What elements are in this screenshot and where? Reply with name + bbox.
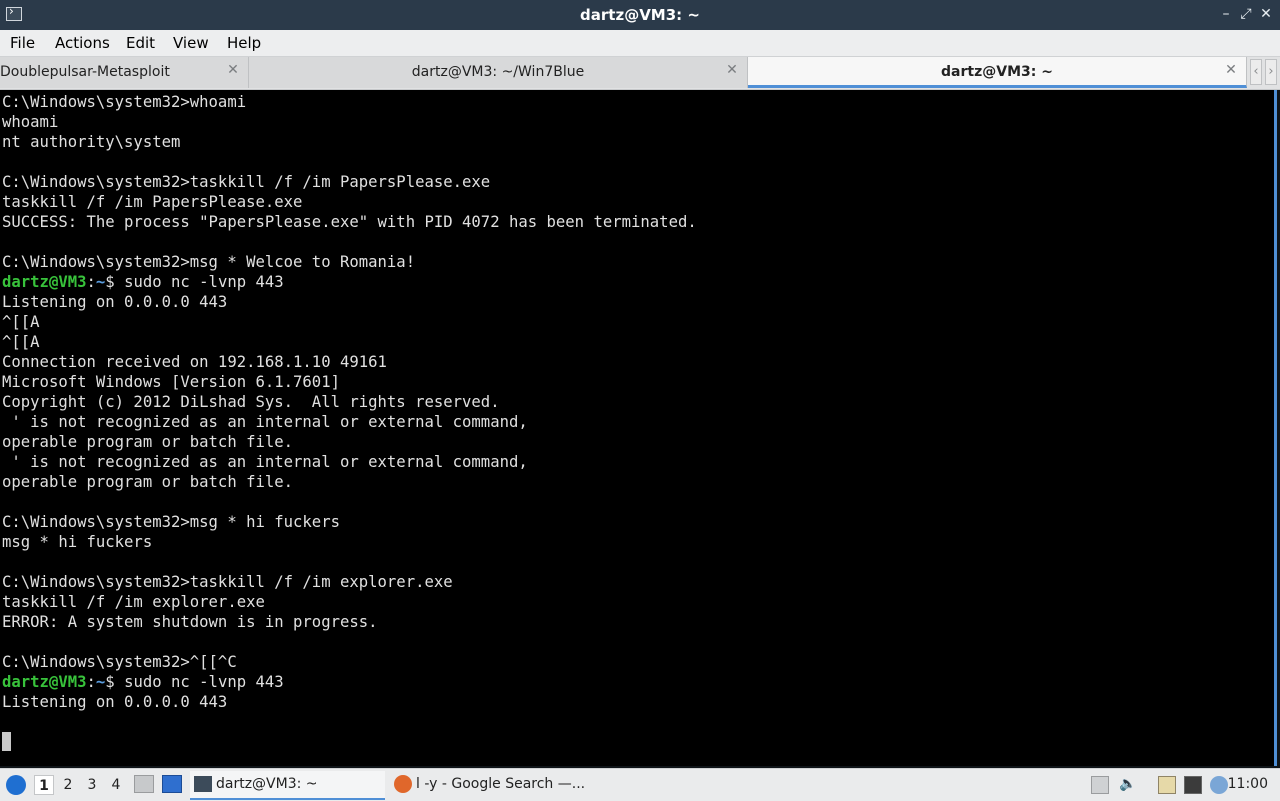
window-titlebar[interactable]: dartz@VM3: ~ – ⤢ ✕ [0, 0, 1280, 30]
menu-actions[interactable]: Actions [55, 34, 110, 52]
close-icon[interactable]: ✕ [1258, 6, 1274, 22]
terminal-line: nt authority\system [2, 133, 181, 151]
terminal-line: ' is not recognized as an internal or ex… [2, 413, 528, 431]
tab-bar: Doublepulsar-Metasploit ✕ dartz@VM3: ~/W… [0, 57, 1280, 90]
prompt-path: ~ [95, 273, 106, 291]
tab-close-icon[interactable]: ✕ [226, 63, 240, 77]
terminal-line: Connection received on 192.168.1.10 4916… [2, 353, 387, 371]
window-title: dartz@VM3: ~ [580, 6, 700, 24]
terminal-line: Copyright (c) 2012 DiLshad Sys. All righ… [2, 393, 500, 411]
task-label: dartz@VM3: ~ [216, 776, 318, 792]
display-icon[interactable] [1184, 776, 1202, 794]
terminal-line: taskkill /f /im explorer.exe [2, 593, 265, 611]
terminal-line: C:\Windows\system32>whoami [2, 93, 247, 111]
prompt-path: ~ [95, 673, 106, 691]
file-manager-icon[interactable] [134, 775, 154, 793]
terminal-line: dartz@VM3:~$ sudo nc -lvnp 443 [2, 272, 697, 292]
menu-help[interactable]: Help [227, 34, 261, 52]
menu-edit[interactable]: Edit [126, 34, 155, 52]
terminal-line: ' is not recognized as an internal or ex… [2, 453, 528, 471]
terminal-line: taskkill /f /im PapersPlease.exe [2, 193, 303, 211]
command-text: sudo nc -lvnp 443 [124, 273, 284, 291]
tab-home[interactable]: dartz@VM3: ~ ✕ [748, 57, 1247, 88]
task-firefox[interactable]: l -y - Google Search —... [390, 771, 590, 798]
firefox-icon [394, 775, 412, 793]
terminal-line: C:\Windows\system32>taskkill /f /im Pape… [2, 173, 491, 191]
taskbar: 1 2 3 4 dartz@VM3: ~ l -y - Google Searc… [0, 768, 1280, 801]
terminal-lines: C:\Windows\system32>whoami whoami nt autho… [2, 92, 697, 732]
workspace-4[interactable]: 4 [106, 775, 126, 795]
terminal-line: C:\Windows\system32>^[[^C [2, 653, 237, 671]
terminal-line: C:\Windows\system32>msg * Welcoe to Roma… [2, 253, 416, 271]
terminal-line: msg * hi fuckers [2, 533, 153, 551]
prompt-colon: : [86, 273, 96, 291]
tab-win7blue[interactable]: dartz@VM3: ~/Win7Blue ✕ [249, 57, 748, 88]
start-menu-icon[interactable] [6, 775, 26, 795]
workspace-3[interactable]: 3 [82, 775, 102, 795]
prompt-colon: : [86, 673, 96, 691]
terminal-line: ^[[A [2, 333, 40, 351]
terminal-line: C:\Windows\system32>msg * hi fuckers [2, 513, 340, 531]
terminal-line: Microsoft Windows [Version 6.1.7601] [2, 373, 340, 391]
workspace-2[interactable]: 2 [58, 775, 78, 795]
terminal-line: whoami [2, 113, 59, 131]
tab-label: Doublepulsar-Metasploit [0, 64, 170, 80]
clock[interactable]: 11:00 [1228, 776, 1268, 792]
prompt-dollar: $ [105, 673, 125, 691]
terminal-line: Listening on 0.0.0.0 443 [2, 293, 228, 311]
workspace-1[interactable]: 1 [34, 775, 54, 795]
terminal-line: dartz@VM3:~$ sudo nc -lvnp 443 [2, 672, 697, 692]
terminal-line: Listening on 0.0.0.0 443 [2, 693, 228, 711]
prompt-dollar: $ [105, 273, 125, 291]
tab-close-icon[interactable]: ✕ [725, 63, 739, 77]
terminal-line: operable program or batch file. [2, 433, 294, 451]
minimize-icon[interactable]: – [1218, 6, 1234, 22]
terminal-output[interactable]: C:\Windows\system32>whoami whoami nt autho… [0, 90, 1277, 766]
terminal-line: ERROR: A system shutdown is in progress. [2, 613, 378, 631]
tab-close-icon[interactable]: ✕ [1224, 63, 1238, 77]
show-desktop-icon[interactable] [162, 775, 182, 793]
command-text: sudo nc -lvnp 443 [124, 673, 284, 691]
task-terminal[interactable]: dartz@VM3: ~ [190, 771, 385, 800]
maximize-icon[interactable]: ⤢ [1238, 6, 1254, 22]
terminal-cursor [2, 732, 11, 751]
tab-scroll-right-icon[interactable]: › [1265, 59, 1277, 85]
terminal-line: SUCCESS: The process "PapersPlease.exe" … [2, 213, 697, 231]
tab-doublepulsar[interactable]: Doublepulsar-Metasploit ✕ [0, 57, 249, 88]
menu-view[interactable]: View [173, 34, 209, 52]
menu-bar: File Actions Edit View Help [0, 30, 1280, 57]
terminal-line: C:\Windows\system32>taskkill /f /im expl… [2, 573, 453, 591]
prompt-user: dartz@VM3 [2, 273, 87, 291]
terminal-line: ^[[A [2, 313, 40, 331]
volume-icon[interactable]: 🔈 [1119, 776, 1137, 794]
task-label: l -y - Google Search —... [416, 776, 586, 792]
menu-file[interactable]: File [10, 34, 35, 52]
prompt-user: dartz@VM3 [2, 673, 87, 691]
terminal-icon [194, 776, 212, 792]
clipboard-icon[interactable] [1158, 776, 1176, 794]
network-icon[interactable] [1210, 776, 1228, 794]
tab-label: dartz@VM3: ~/Win7Blue [411, 64, 585, 80]
terminal-line: operable program or batch file. [2, 473, 294, 491]
tray-up-icon[interactable] [1091, 776, 1109, 794]
tab-scroll-left-icon[interactable]: ‹ [1250, 59, 1262, 85]
tab-label: dartz@VM3: ~ [941, 64, 1053, 80]
